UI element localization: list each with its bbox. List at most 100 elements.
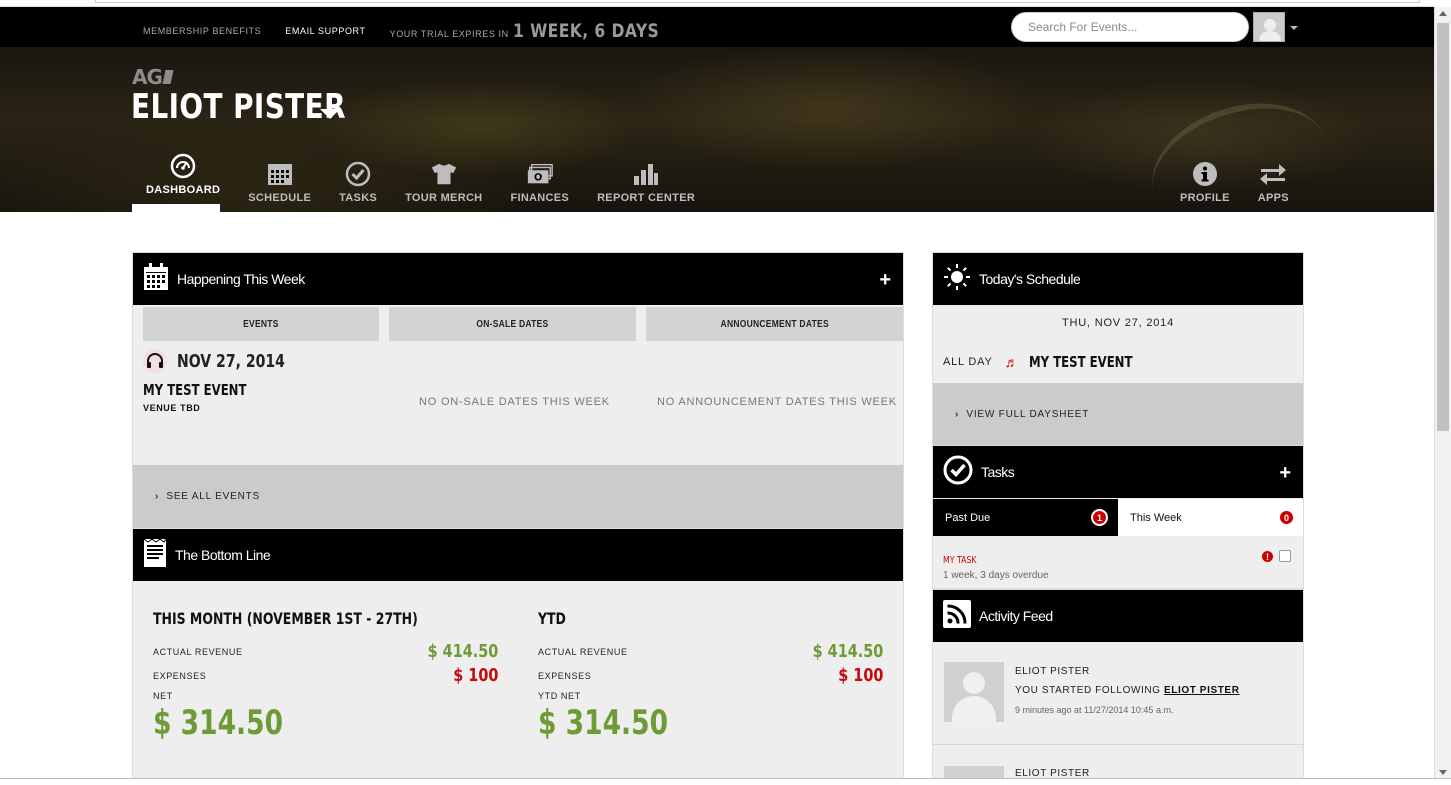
- nav-apps[interactable]: APPS: [1244, 152, 1303, 212]
- calendar-icon: [266, 160, 294, 188]
- avatar-head: [1264, 19, 1276, 31]
- past-due-label: Past Due: [945, 511, 991, 524]
- nav-report-center[interactable]: REPORT CENTER: [583, 152, 709, 212]
- month-revenue-row: ACTUAL REVENUE $ 414.50: [153, 641, 498, 663]
- bottom-line-title: The Bottom Line: [175, 547, 271, 563]
- scroll-down-arrow-icon[interactable]: [1439, 770, 1447, 775]
- avatar-body: [952, 696, 996, 722]
- see-all-events-label: SEE ALL EVENTS: [166, 491, 260, 502]
- month-net-value: $ 314.50: [153, 703, 284, 743]
- headphones-icon: [143, 349, 167, 373]
- todays-schedule-header: Today's Schedule: [933, 253, 1303, 305]
- user-menu-chevron-down-icon[interactable]: [1290, 26, 1298, 30]
- site-header: Membership Benefits Email Support Your T…: [0, 7, 1434, 212]
- page-scrollbar[interactable]: [1434, 7, 1451, 779]
- tasks-header: Tasks +: [933, 446, 1303, 498]
- bar-chart-icon: [632, 160, 660, 188]
- bottom-line-panel: The Bottom Line THIS MONTH (NOVEMBER 1ST…: [132, 528, 904, 785]
- ytd-expenses-value: $ 100: [837, 665, 883, 686]
- avatar-head: [963, 672, 985, 694]
- browser-top-edge: [0, 0, 1434, 7]
- add-event-plus-icon[interactable]: +: [879, 269, 891, 292]
- today-date: THU, NOV 27, 2014: [1061, 317, 1175, 329]
- today-event-name: MY TEST EVENT: [1028, 353, 1133, 371]
- tab-on-sale-dates[interactable]: ON-SALE DATES: [389, 307, 636, 341]
- rss-icon: [943, 599, 971, 633]
- activity-feed-panel: Activity Feed ELIOT PISTER YOU STARTED F…: [932, 589, 1304, 785]
- no-announcement-text: NO ANNOUNCEMENT DATES THIS WEEK: [657, 396, 897, 408]
- task-overdue-text: 1 week, 3 days overdue: [943, 570, 1049, 581]
- event-entry[interactable]: NOV 27, 2014 MY TEST EVENT VENUE TBD: [143, 349, 373, 413]
- scrollbar-thumb[interactable]: [1437, 23, 1449, 431]
- overdue-alert-icon: !: [1262, 551, 1273, 562]
- happening-header: Happening This Week +: [133, 253, 903, 305]
- chevron-right-icon: ›: [155, 491, 159, 502]
- month-expenses-row: EXPENSES $ 100: [153, 665, 498, 687]
- tshirt-icon: [430, 160, 458, 188]
- top-tab-outline: [95, 0, 1420, 3]
- month-net-label: NET: [153, 691, 173, 701]
- cash-icon: [526, 160, 554, 188]
- task-item[interactable]: MY TASK 1 week, 3 days overdue !: [943, 550, 1295, 581]
- user-avatar[interactable]: [1253, 12, 1285, 42]
- see-all-events-link[interactable]: › SEE ALL EVENTS: [133, 465, 903, 528]
- music-note-icon: ♬: [1004, 354, 1019, 370]
- nav-active-indicator: [132, 204, 220, 212]
- sun-icon: [943, 263, 971, 296]
- tab-past-due[interactable]: Past Due 1: [933, 499, 1118, 536]
- event-venue: VENUE TBD: [143, 403, 201, 413]
- tab-this-week[interactable]: This Week 0: [1118, 499, 1303, 536]
- no-onsale-text: NO ON-SALE DATES THIS WEEK: [419, 396, 610, 408]
- activity-avatar[interactable]: [944, 662, 1004, 722]
- this-week-label: This Week: [1130, 511, 1182, 524]
- scroll-up-arrow-icon[interactable]: [1439, 11, 1447, 16]
- task-complete-checkbox[interactable]: [1279, 550, 1291, 562]
- event-date-row: NOV 27, 2014: [143, 349, 373, 373]
- membership-benefits-link[interactable]: Membership Benefits: [143, 26, 261, 36]
- ag-logo[interactable]: AG: [132, 65, 174, 89]
- ytd-net-value: $ 314.50: [538, 703, 669, 743]
- all-day-label: ALL DAY: [943, 356, 993, 368]
- past-due-count-badge: 1: [1091, 509, 1108, 526]
- nav-tour-merch[interactable]: TOUR MERCH: [391, 152, 496, 212]
- logo-text: AG: [132, 65, 163, 89]
- today-event-row[interactable]: ALL DAY ♬ MY TEST EVENT: [943, 353, 1161, 371]
- dashboard-gauge-icon: [169, 152, 197, 180]
- month-expenses-label: EXPENSES: [153, 671, 207, 681]
- view-full-daysheet-link[interactable]: › VIEW FULL DAYSHEET: [933, 383, 1303, 445]
- add-task-plus-icon[interactable]: +: [1279, 462, 1291, 485]
- month-revenue-value: $ 414.50: [427, 641, 498, 662]
- todays-schedule-panel: Today's Schedule THU, NOV 27, 2014 ALL D…: [932, 252, 1304, 446]
- this-week-count-badge: 0: [1278, 509, 1295, 526]
- artist-name[interactable]: ELIOT PISTER: [131, 87, 346, 127]
- activity-action: YOU STARTED FOLLOWING: [1015, 685, 1161, 696]
- tab-announcement-dates[interactable]: ANNOUNCEMENT DATES: [646, 307, 903, 341]
- nav-apps-label: APPS: [1257, 192, 1289, 204]
- ytd-revenue-value: $ 414.50: [812, 641, 883, 662]
- activity-target-link[interactable]: ELIOT PISTER: [1164, 685, 1240, 696]
- nav-tasks-label: TASKS: [339, 192, 378, 204]
- top-nav: Membership Benefits Email Support Your T…: [143, 20, 691, 42]
- happening-this-week-panel: Happening This Week + EVENTS ON-SALE DAT…: [132, 252, 904, 528]
- activity-user-name[interactable]: ELIOT PISTER: [1015, 666, 1090, 677]
- app-viewport: Membership Benefits Email Support Your T…: [0, 0, 1451, 785]
- task-name[interactable]: MY TASK: [943, 555, 977, 566]
- nav-dashboard[interactable]: DASHBOARD: [132, 152, 234, 212]
- email-support-link[interactable]: Email Support: [285, 26, 365, 36]
- tab-events[interactable]: EVENTS: [143, 307, 379, 341]
- activity-text: YOU STARTED FOLLOWING ELIOT PISTER: [1015, 685, 1240, 696]
- artist-dropdown-caret-icon[interactable]: [320, 109, 340, 119]
- nav-schedule[interactable]: SCHEDULE: [234, 152, 325, 212]
- nav-finances[interactable]: FINANCES: [496, 152, 583, 212]
- calendar-icon: [143, 262, 169, 296]
- nav-finances-label: FINANCES: [510, 192, 570, 204]
- nav-tasks[interactable]: TASKS: [325, 152, 391, 212]
- avatar-body: [1259, 31, 1281, 41]
- event-name[interactable]: MY TEST EVENT: [143, 381, 246, 399]
- nav-profile[interactable]: PROFILE: [1166, 152, 1244, 212]
- ytd-expenses-label: EXPENSES: [538, 671, 592, 681]
- activity-timestamp: 9 minutes ago at 11/27/2014 10:45 a.m.: [1015, 705, 1174, 715]
- month-summary: THIS MONTH (NOVEMBER 1ST - 27TH) ACTUAL …: [153, 609, 498, 743]
- receipt-icon: [143, 537, 167, 573]
- search-events-input[interactable]: [1011, 12, 1249, 42]
